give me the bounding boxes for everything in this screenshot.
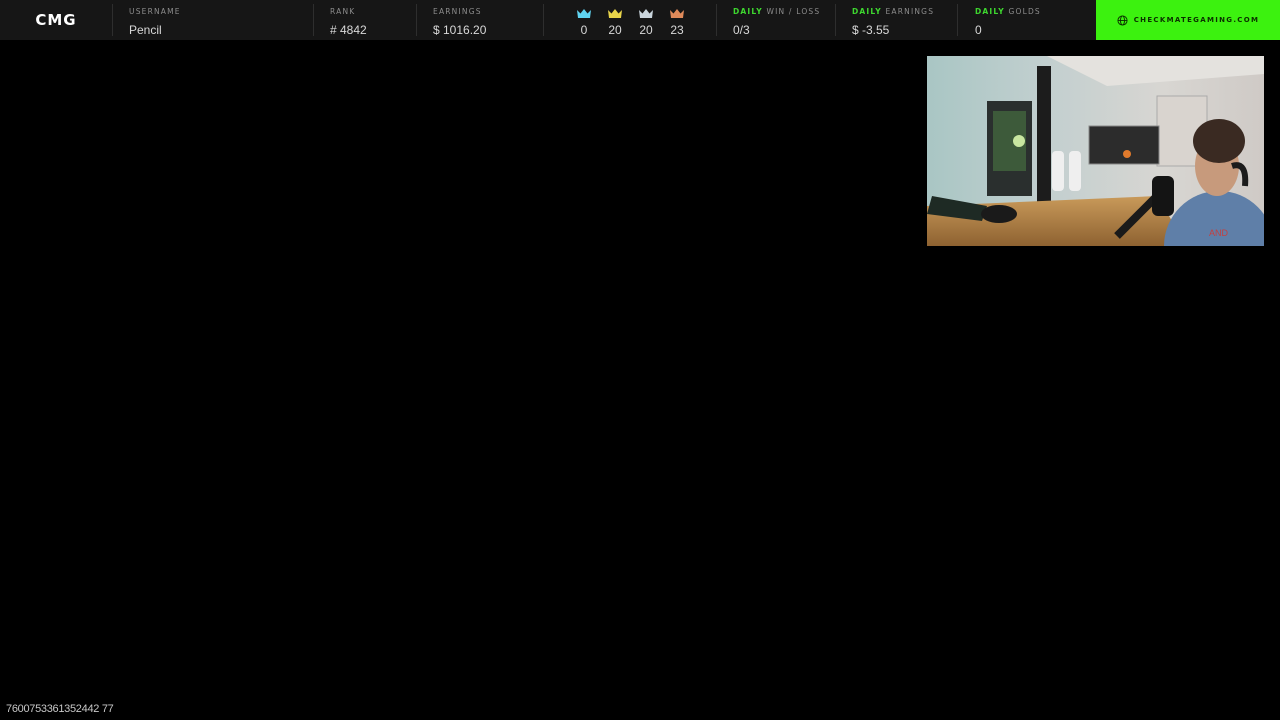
divider [835,4,836,36]
earnings-value: $ 1016.20 [433,23,487,37]
daily-winloss-value: 0/3 [733,23,750,37]
stats-bar: CMG USERNAME Pencil RANK # 4842 EARNINGS… [0,0,1280,40]
gold-crown-count: 20 [608,23,622,37]
cmg-logo: CMG [0,0,112,40]
diamond-crown-count: 0 [580,23,588,37]
bronze-crown-count: 23 [670,23,684,37]
daily-golds-label: DAILY GOLDS [975,7,1041,16]
webcam-image: AND [927,56,1264,246]
divider [416,4,417,36]
earnings-label: EARNINGS [433,7,482,16]
rank-value: # 4842 [330,23,367,37]
daily-winloss-label: DAILY WIN / LOSS [733,7,821,16]
webcam-feed: AND [927,56,1264,246]
svg-text:AND: AND [1209,228,1229,238]
checkmategaming-link[interactable]: CHECKMATEGAMING.COM [1096,0,1280,40]
bronze-crown-icon [670,9,684,18]
site-link-label: CHECKMATEGAMING.COM [1133,16,1260,24]
daily-golds-stat: DAILY GOLDS 0 [975,0,1075,40]
gold-crown-icon [608,9,622,18]
globe-icon [1117,14,1128,26]
divider [313,4,314,36]
silver-crown-icon [639,9,653,18]
daily-earnings-value: $ -3.55 [852,23,890,37]
daily-earnings-label: DAILY EARNINGS [852,7,935,16]
crown-counts: 0 20 20 23 [568,0,698,40]
username-stat: USERNAME Pencil [129,0,309,40]
daily-golds-value: 0 [975,23,982,37]
earnings-stat: EARNINGS $ 1016.20 [433,0,533,40]
daily-winloss-stat: DAILY WIN / LOSS 0/3 [733,0,828,40]
divider [716,4,717,36]
logo-text: CMG [35,11,77,29]
rank-label: RANK [330,7,356,16]
rank-stat: RANK # 4842 [330,0,410,40]
diamond-crown-icon [577,9,591,18]
divider [957,4,958,36]
username-value: Pencil [129,23,162,37]
divider [543,4,544,36]
silver-crown-count: 20 [639,23,653,37]
stream-id-text: 7600753361352442 77 [6,703,114,715]
divider [112,4,113,36]
username-label: USERNAME [129,7,181,16]
daily-earnings-stat: DAILY EARNINGS $ -3.55 [852,0,952,40]
